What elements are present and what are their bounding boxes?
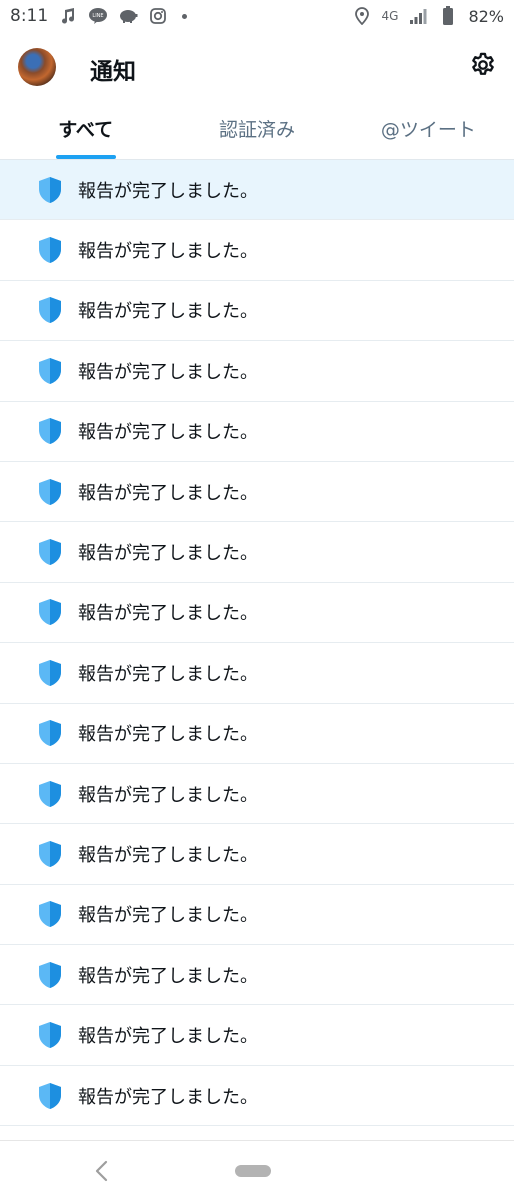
notification-text: 報告が完了しました。: [78, 1086, 258, 1108]
status-right: 4G 82%: [352, 6, 504, 26]
status-time: 8:11: [10, 6, 49, 26]
notification-item[interactable]: 報告が完了しました。: [0, 341, 514, 402]
shield-icon: [36, 236, 64, 264]
network-type: 4G: [381, 9, 399, 23]
notification-item[interactable]: 報告が完了しました。: [0, 402, 514, 462]
active-tab-indicator: [55, 155, 116, 159]
shield-icon: [36, 296, 64, 324]
line-app-icon: LINE: [88, 6, 108, 26]
notification-text: 報告が完了しました。: [78, 422, 258, 444]
music-note-icon: [58, 6, 78, 26]
notification-text: 報告が完了しました。: [78, 784, 258, 806]
notification-item[interactable]: 報告が完了しました。: [0, 1005, 514, 1066]
tab-mentions[interactable]: @ツイート: [343, 102, 514, 159]
notification-item[interactable]: 報告が完了しました。: [0, 885, 514, 946]
notification-item[interactable]: 報告が完了しました。: [0, 945, 514, 1006]
shield-icon: [36, 357, 64, 385]
shield-icon: [36, 780, 64, 808]
notification-text: 報告が完了しました。: [78, 241, 258, 263]
notification-item[interactable]: 報告が完了しました。: [0, 462, 514, 523]
system-nav-bar: [0, 1140, 514, 1200]
notification-text: 報告が完了しました。: [78, 724, 258, 746]
shield-icon: [36, 1021, 64, 1049]
notification-text: 報告が完了しました。: [78, 361, 258, 383]
notification-text: 報告が完了しました。: [78, 1026, 258, 1048]
tab-mentions-label: @ツイート: [380, 119, 476, 141]
shield-icon: [36, 659, 64, 687]
shield-icon: [36, 538, 64, 566]
shield-icon: [36, 417, 64, 445]
notification-item[interactable]: 報告が完了しました。: [0, 764, 514, 825]
notification-item[interactable]: 報告が完了しました。: [0, 220, 514, 281]
shield-icon: [36, 478, 64, 506]
shield-icon: [36, 961, 64, 989]
notification-list: 報告が完了しました。 報告が完了しました。 報告が完了しました。 報告が完了しました。…: [0, 160, 514, 1127]
notification-text: 報告が完了しました。: [78, 663, 258, 685]
location-icon: [352, 6, 372, 26]
notification-text: 報告が完了しました。: [78, 543, 258, 565]
shield-icon: [36, 840, 64, 868]
back-chevron-icon[interactable]: [92, 1159, 112, 1183]
battery-icon: [438, 6, 458, 26]
dot-icon: [182, 13, 188, 19]
shield-icon: [36, 1082, 64, 1110]
notification-item[interactable]: 報告が完了しました。: [0, 824, 514, 885]
shield-icon: [36, 598, 64, 626]
piggy-bank-icon: [118, 6, 138, 26]
home-pill-icon[interactable]: [235, 1165, 271, 1177]
notification-item[interactable]: 報告が完了しました。: [0, 583, 514, 644]
notification-item[interactable]: 報告が完了しました。: [0, 281, 514, 342]
gear-icon: [472, 52, 494, 75]
notification-item[interactable]: 報告が完了しました。: [0, 160, 514, 221]
signal-icon: [408, 6, 428, 26]
avatar[interactable]: [18, 48, 56, 86]
notification-item[interactable]: 報告が完了しました。: [0, 704, 514, 764]
status-bar: 8:11 LINE 4G 82%: [0, 0, 514, 32]
instagram-icon: [148, 6, 168, 26]
tab-verified-label: 認証済み: [218, 119, 295, 141]
shield-icon: [36, 176, 64, 204]
status-left: 8:11 LINE: [10, 6, 188, 26]
tab-all-label: すべて: [58, 119, 114, 141]
shield-icon: [36, 900, 64, 928]
notification-text: 報告が完了しました。: [78, 482, 258, 504]
notification-text: 報告が完了しました。: [78, 301, 258, 323]
app-header: 通知: [0, 32, 514, 102]
shield-icon: [36, 719, 64, 747]
tab-all[interactable]: すべて: [0, 102, 171, 159]
notification-text: 報告が完了しました。: [78, 905, 258, 927]
notification-item[interactable]: 報告が完了しました。: [0, 522, 514, 583]
notification-text: 報告が完了しました。: [78, 844, 258, 866]
notification-item[interactable]: 報告が完了しました。: [0, 1066, 514, 1127]
notification-text: 報告が完了しました。: [78, 603, 258, 625]
settings-button[interactable]: [468, 50, 498, 80]
page-title: 通知: [90, 59, 136, 85]
battery-percent: 82%: [468, 6, 504, 26]
tab-bar: すべて 認証済み @ツイート: [0, 102, 514, 160]
svg-text:LINE: LINE: [93, 13, 104, 19]
notification-item[interactable]: 報告が完了しました。: [0, 643, 514, 704]
notification-text: 報告が完了しました。: [78, 965, 258, 987]
tab-verified[interactable]: 認証済み: [171, 102, 342, 159]
notification-text: 報告が完了しました。: [78, 180, 258, 202]
